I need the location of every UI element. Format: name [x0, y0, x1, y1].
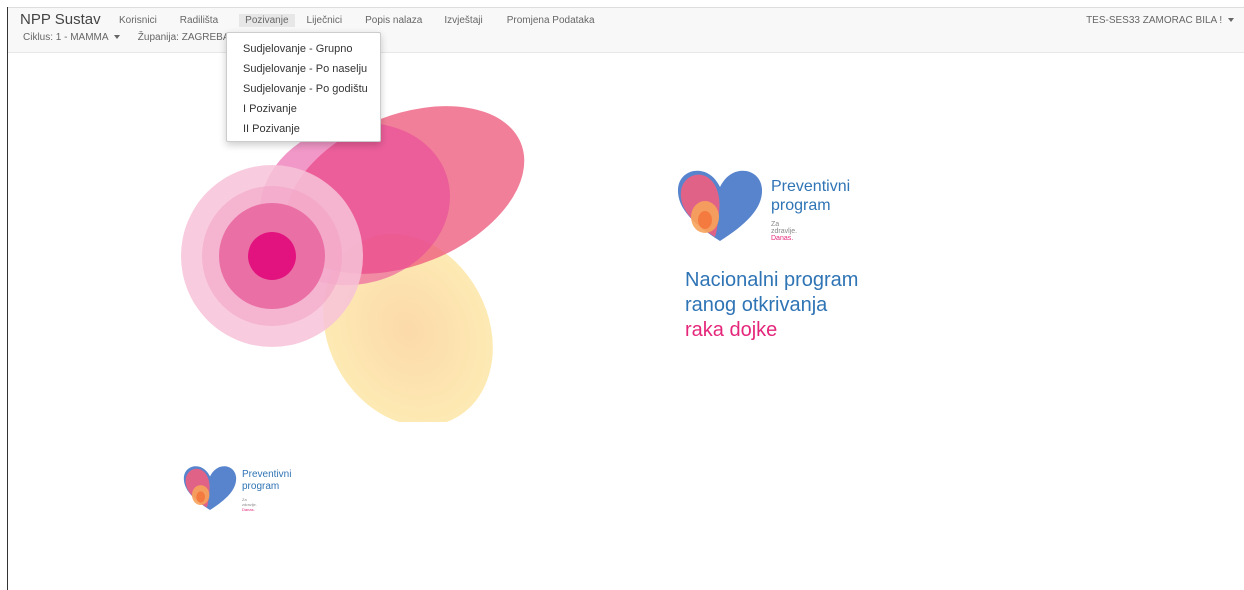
- dropdown-item-ii-pozivanje[interactable]: II Pozivanje: [227, 119, 380, 139]
- preventivni-program-logo-small: Preventivni program Za zdravlje. Danas.: [182, 462, 291, 517]
- top-navbar: NPP Sustav Korisnici Radilišta Pozivanje…: [8, 8, 1244, 53]
- heart-logo-icon: [183, 466, 237, 511]
- chevron-down-icon: [1228, 18, 1234, 23]
- ciklus-select[interactable]: Ciklus: 1 - MAMMA: [23, 32, 120, 43]
- brand-title[interactable]: NPP Sustav: [20, 11, 101, 28]
- logo-tagline: Za zdravlje. Danas.: [771, 221, 797, 242]
- dropdown-item-sudjelovanje-grupno[interactable]: Sudjelovanje - Grupno: [227, 39, 380, 59]
- headline: Nacionalni program ranog otkrivanja raka…: [685, 268, 858, 343]
- user-menu[interactable]: TES-SES33 ZAMORAC BILA !: [1086, 15, 1234, 26]
- menu-lijecnici[interactable]: Liječnici: [307, 14, 343, 27]
- headline-line1: Nacionalni program: [685, 269, 859, 291]
- preventivni-program-logo: Preventivni program Za zdravlje. Danas.: [675, 165, 850, 248]
- center-dot-shape: [248, 232, 296, 280]
- tagline-a: Za zdravlje.: [771, 221, 798, 235]
- menu-radilista[interactable]: Radilišta: [180, 14, 218, 27]
- user-name: TES-SES33 ZAMORAC BILA !: [1086, 15, 1223, 26]
- logo-small-line2: program: [242, 481, 280, 492]
- logo-line2: program: [771, 197, 831, 214]
- logo-line1: Preventivni: [771, 178, 851, 195]
- dropdown-item-sudjelovanje-po-naselju[interactable]: Sudjelovanje - Po naselju: [227, 59, 380, 79]
- sub-navbar: Ciklus: 1 - MAMMA Županija: ZAGREBA: [23, 32, 230, 43]
- headline-line3: raka dojke: [685, 319, 778, 341]
- dropdown-item-i-pozivanje[interactable]: I Pozivanje: [227, 99, 380, 119]
- logo-text: Preventivni program: [771, 177, 850, 215]
- ciklus-label: Ciklus: 1 - MAMMA: [23, 32, 109, 43]
- logo-small-text: Preventivni program: [242, 469, 291, 493]
- frame-left-line: [7, 7, 8, 590]
- headline-line2: ranog otkrivanja: [685, 294, 828, 316]
- logo-small-line1: Preventivni: [242, 469, 292, 480]
- tagline-b: Danas.: [771, 235, 794, 242]
- menu-korisnici[interactable]: Korisnici: [119, 14, 157, 27]
- menu-popis-nalaza[interactable]: Popis nalaza: [365, 14, 422, 27]
- zupanija-label[interactable]: Županija: ZAGREBA: [138, 32, 230, 43]
- dropdown-item-sudjelovanje-po-godistu[interactable]: Sudjelovanje - Po godištu: [227, 79, 380, 99]
- menu-izvjestaji[interactable]: Izvještaji: [444, 14, 482, 27]
- menu-promjena-podataka[interactable]: Promjena Podataka: [507, 14, 595, 27]
- menu-pozivanje[interactable]: Pozivanje: [239, 14, 295, 27]
- logo-small-tagline: Za zdravlje. Danas.: [242, 497, 257, 512]
- tagline-small-b: Danas.: [242, 507, 255, 512]
- heart-logo-icon: [677, 170, 763, 241]
- tagline-small-a: Za zdravlje.: [242, 497, 257, 507]
- chevron-down-icon: [113, 35, 120, 40]
- main-menu: Korisnici Radilišta Pozivanje Liječnici …: [119, 14, 595, 27]
- pozivanje-dropdown-menu: Sudjelovanje - Grupno Sudjelovanje - Po …: [226, 32, 381, 142]
